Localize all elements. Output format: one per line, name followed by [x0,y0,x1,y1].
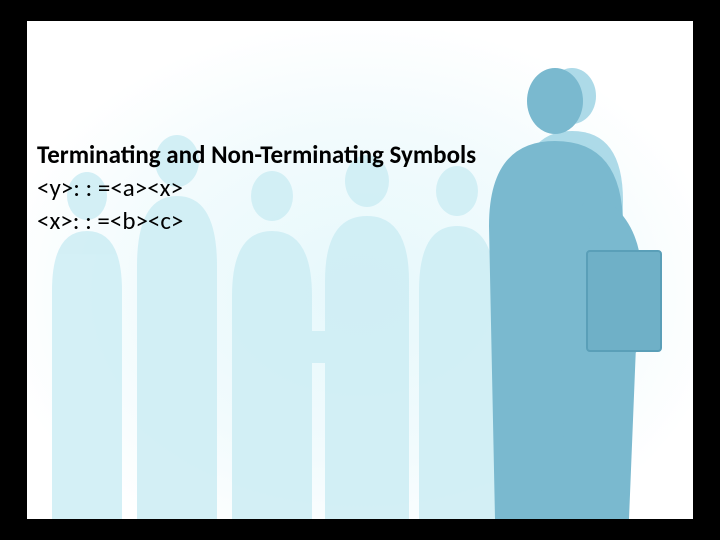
background-silhouettes [27,21,693,519]
grammar-rule-1: <y>: : =<a><x> [37,172,677,205]
slide-title: Terminating and Non-Terminating Symbols [37,139,677,170]
slide: Terminating and Non-Terminating Symbols … [27,21,693,519]
grammar-rule-2: <x>: : =<b><c> [37,205,677,238]
slide-text: Terminating and Non-Terminating Symbols … [37,139,677,237]
